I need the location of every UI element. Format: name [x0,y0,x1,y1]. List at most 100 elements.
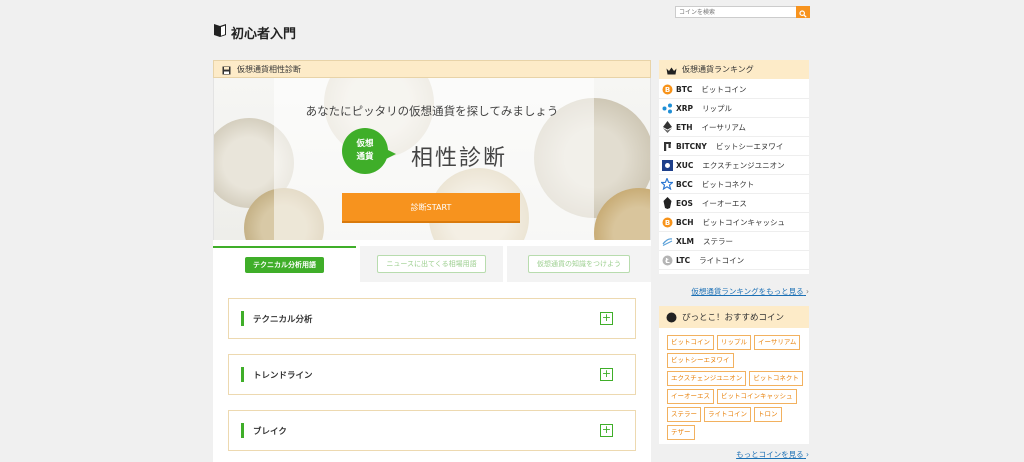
tab-knowledge[interactable]: 仮想通貨の知識をつけよう [507,246,651,282]
floppy-icon [222,60,231,79]
ranking-row-btc[interactable]: B BTC ビットコイン [659,80,809,99]
coin-tag[interactable]: イーサリアム [754,335,801,350]
ranking-row-bcc[interactable]: BCC ビットコネクト [659,175,809,194]
coin-symbol: ETH [676,122,693,132]
coin-symbol: XRP [676,103,694,113]
search-button[interactable] [796,6,810,18]
recommended-header: ぴっとこ！おすすめコイン [659,306,809,328]
coin-name: ライトコイン [699,255,745,265]
coin-symbol: BITCNY [676,141,707,151]
accordion-item[interactable]: トレンドライン + [228,354,636,395]
logo-text: 初心者入門 [231,26,297,42]
crown-icon [666,60,677,79]
search-bar [675,6,810,18]
ltc-icon: Ł [661,254,673,266]
svg-text:Ł: Ł [664,257,670,265]
site-logo[interactable]: 初心者入門 [213,22,296,42]
coin-symbol: LTC [676,255,691,265]
badge-pointer [384,148,396,160]
accordion-label: ブレイク [253,426,287,437]
chevron-right-icon: › [806,450,809,459]
tab-label: ニュースに出てくる相場用語 [377,255,486,273]
svg-text:B: B [664,86,669,94]
ranking-row-xrp[interactable]: XRP リップル [659,99,809,118]
bch-icon: B [661,216,673,228]
tab-technical[interactable]: テクニカル分析用語 [213,246,356,282]
recommended-heading: ぴっとこ！おすすめコイン [682,313,785,323]
crypto-badge: 仮想 通貨 [342,128,388,174]
coin-tag[interactable]: ビットコネクト [749,371,803,386]
diagnosis-header: 仮想通貨相性診断 [213,60,651,78]
recommended-more-label: もっとコインを見る [736,450,804,459]
btc-icon: B [661,83,673,95]
coin-name: ビットシーエヌワイ [715,141,784,151]
search-icon [799,3,807,22]
recommended-tags: ビットコイン リップル イーサリアム ビットシーエヌワイ エクスチェンジユニオン ビットコ… [667,335,805,440]
badge-line: 仮想 [356,139,374,149]
coin-symbol: XLM [676,236,695,246]
coin-symbol: BTC [676,84,693,94]
badge-line: 通貨 [356,152,374,162]
plus-icon[interactable]: + [600,312,613,325]
xlm-icon [661,235,673,247]
coin-tag[interactable]: ライトコイン [704,407,751,422]
accordion-item[interactable]: テクニカル分析 + [228,298,636,339]
coin-name: ビットコイン [701,84,747,94]
xuc-icon [661,159,673,171]
ranking-more-label: 仮想通貨ランキングをもっと見る [691,287,804,296]
bitcny-icon [661,140,673,152]
coin-name: リップル [702,103,733,113]
coin-name: ビットコインキャッシュ [702,217,786,227]
coin-tag[interactable]: テザー [667,425,695,440]
banner-title: 相性診断 [411,146,508,171]
ranking-heading: 仮想通貨ランキング [682,65,754,74]
coin-symbol: XUC [676,160,694,170]
coin-name: エクスチェンジユニオン [702,160,785,170]
coin-tag[interactable]: ビットコインキャッシュ [717,389,797,404]
tab-label: 仮想通貨の知識をつけよう [528,255,630,273]
eth-icon [661,121,673,133]
search-input[interactable] [675,6,796,18]
diagnosis-start-button[interactable]: 診断START [342,193,520,221]
coin-symbol: EOS [676,198,693,208]
diagnosis-heading: 仮想通貨相性診断 [237,64,301,74]
ranking-row-bitcny[interactable]: BITCNY ビットシーエヌワイ [659,137,809,156]
coin-dot-icon [666,308,677,327]
plus-icon[interactable]: + [600,368,613,381]
ranking-row-ltc[interactable]: Ł LTC ライトコイン [659,251,809,270]
accordion-label: トレンドライン [253,370,313,381]
ranking-row-eos[interactable]: EOS イーオーエス [659,194,809,213]
tab-market-terms[interactable]: ニュースに出てくる相場用語 [360,246,503,282]
ranking-row-xlm[interactable]: XLM ステラー [659,232,809,251]
tab-label: テクニカル分析用語 [245,257,324,273]
ranking-row-eth[interactable]: ETH イーサリアム [659,118,809,137]
banner-subtitle: あなたにピッタリの仮想通貨を探してみましょう [305,104,559,118]
coin-symbol: BCC [676,179,693,189]
ranking-row-bch[interactable]: B BCH ビットコインキャッシュ [659,213,809,232]
svg-text:B: B [664,219,669,227]
beginner-mark-icon [213,22,227,42]
recommended-more-link[interactable]: もっとコインを見る › [659,449,809,460]
coin-tag[interactable]: トロン [754,407,782,422]
xrp-icon [661,102,673,114]
coin-tag[interactable]: イーオーエス [667,389,714,404]
ranking-row-xuc[interactable]: XUC エクスチェンジユニオン [659,156,809,175]
ranking-header: 仮想通貨ランキング [659,60,809,79]
coin-tag[interactable]: ステラー [667,407,701,422]
coin-symbol: BCH [676,217,694,227]
ranking-more-link[interactable]: 仮想通貨ランキングをもっと見る › [659,286,809,297]
coin-name: イーオーエス [701,198,747,208]
bcc-icon [661,178,673,190]
coin-tag[interactable]: エクスチェンジユニオン [667,371,747,386]
coin-name: ビットコネクト [701,179,755,189]
coin-tag[interactable]: ビットコイン [667,335,714,350]
eos-icon [661,197,673,209]
accordion-item[interactable]: ブレイク + [228,410,636,451]
coin-name: イーサリアム [701,122,746,132]
plus-icon[interactable]: + [600,424,613,437]
accordion-label: テクニカル分析 [253,314,313,325]
coin-name: ステラー [703,236,734,246]
chevron-right-icon: › [806,287,809,296]
coin-tag[interactable]: リップル [717,335,751,350]
coin-tag[interactable]: ビットシーエヌワイ [667,353,734,368]
